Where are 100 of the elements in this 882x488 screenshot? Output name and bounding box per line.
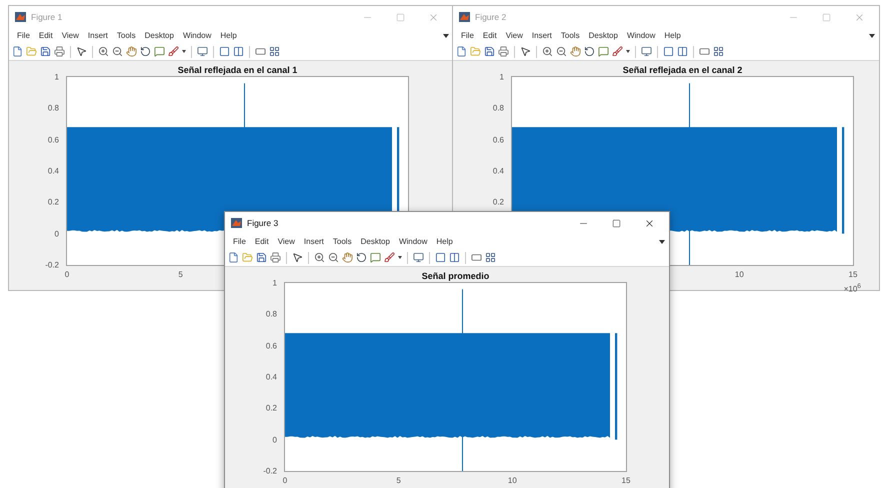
y-tick-label: 0.6 xyxy=(48,135,59,144)
menu-item[interactable]: Insert xyxy=(84,31,112,40)
hand-icon[interactable] xyxy=(126,46,137,57)
x-tick-label: 10 xyxy=(734,270,744,279)
caret-icon[interactable] xyxy=(398,256,402,259)
x-tick-label: 10 xyxy=(508,476,517,485)
new-file-icon[interactable] xyxy=(228,252,239,263)
x-tick-label: 0 xyxy=(64,270,70,279)
menu-item[interactable]: View xyxy=(58,31,83,40)
y-tick-label: 0 xyxy=(54,229,59,238)
menu-item[interactable]: Help xyxy=(432,237,457,246)
y-tick-label: 0.2 xyxy=(492,198,504,207)
y-tick-label: 1 xyxy=(272,278,277,288)
monitor-icon[interactable] xyxy=(197,46,208,57)
menu-item[interactable]: Edit xyxy=(250,237,273,246)
pointer-icon[interactable] xyxy=(520,46,531,57)
menu-item[interactable]: Edit xyxy=(34,31,57,40)
y-tick-label: 0.4 xyxy=(48,166,59,176)
plot-title: Señal reflejada en el canal 1 xyxy=(176,64,298,76)
axis-exponent: ×10$^{6}$ xyxy=(844,283,861,294)
menu-item[interactable]: View xyxy=(502,31,527,40)
brush-icon[interactable] xyxy=(168,46,179,57)
new-file-icon[interactable] xyxy=(456,46,467,57)
zoom-out-icon[interactable] xyxy=(112,46,123,57)
save-icon[interactable] xyxy=(256,252,267,263)
x-tick-label: 5 xyxy=(396,476,401,485)
zoom-in-icon[interactable] xyxy=(98,46,109,57)
new-file-icon[interactable] xyxy=(12,46,23,57)
menu-item[interactable]: Edit xyxy=(478,31,501,40)
brush-icon[interactable] xyxy=(612,46,623,57)
y-tick-label: 1 xyxy=(500,72,504,82)
close-icon[interactable] xyxy=(644,218,654,228)
menu-item[interactable]: Tools xyxy=(556,31,584,40)
zoom-in-icon[interactable] xyxy=(542,46,553,57)
dock-arrow-icon[interactable] xyxy=(869,34,875,38)
caret-icon[interactable] xyxy=(182,50,186,53)
menu-item[interactable]: Help xyxy=(216,31,241,40)
menu-item[interactable]: Tools xyxy=(328,237,356,246)
x-tick-label: 5 xyxy=(178,270,183,279)
menu-item[interactable]: File xyxy=(457,31,478,40)
menu-item[interactable]: Window xyxy=(394,237,432,246)
dock-arrow-icon[interactable] xyxy=(659,240,665,244)
y-tick-label: 1 xyxy=(54,72,59,82)
panel-icon[interactable] xyxy=(713,46,724,57)
y-tick-label: 0.4 xyxy=(266,372,277,382)
window-title: Figure 2 xyxy=(475,12,508,22)
window-title: Figure 1 xyxy=(31,12,64,22)
dock-arrow-icon[interactable] xyxy=(443,34,449,38)
panel-icon[interactable] xyxy=(269,46,280,57)
save-icon[interactable] xyxy=(484,46,495,57)
panel-icon[interactable] xyxy=(485,252,496,263)
y-tick-label: 0 xyxy=(272,435,277,444)
x-tick-label: 0 xyxy=(282,476,288,485)
y-tick-label: 0.6 xyxy=(266,341,277,350)
zoom-out-icon[interactable] xyxy=(556,46,567,57)
app-icon xyxy=(231,218,242,228)
y-tick-label: 0.8 xyxy=(266,310,277,319)
app-icon xyxy=(459,12,470,22)
print-icon[interactable] xyxy=(270,252,281,263)
rotate-icon[interactable] xyxy=(140,46,151,57)
y-tick-label: 0.2 xyxy=(266,404,277,413)
menu-item[interactable]: File xyxy=(229,237,250,246)
menu-item[interactable]: Desktop xyxy=(356,237,394,246)
menu-item[interactable]: Window xyxy=(622,31,660,40)
plot-title: Señal reflejada en el canal 2 xyxy=(622,64,744,76)
monitor-icon[interactable] xyxy=(641,46,652,57)
menu-item[interactable]: Window xyxy=(178,31,216,40)
y-tick-label: 0.6 xyxy=(492,135,504,144)
monitor-icon[interactable] xyxy=(413,252,424,263)
menu-item[interactable]: Tools xyxy=(112,31,140,40)
menu-item[interactable]: Desktop xyxy=(584,31,622,40)
menu-item[interactable]: File xyxy=(13,31,34,40)
print-icon[interactable] xyxy=(498,46,509,57)
rotate-icon[interactable] xyxy=(356,252,367,263)
zoom-out-icon[interactable] xyxy=(328,252,339,263)
hand-icon[interactable] xyxy=(342,252,353,263)
menu-item[interactable]: Help xyxy=(660,31,685,40)
y-tick-label: 0.4 xyxy=(492,166,504,176)
app-icon xyxy=(15,12,26,22)
hand-icon[interactable] xyxy=(570,46,581,57)
rotate-icon[interactable] xyxy=(584,46,595,57)
menu-item[interactable]: Desktop xyxy=(140,31,178,40)
menu-item[interactable]: View xyxy=(274,237,299,246)
x-tick-label: 15 xyxy=(848,270,858,279)
y-tick-label: 0.8 xyxy=(492,104,504,113)
y-tick-label: 0.2 xyxy=(48,198,59,207)
y-tick-label: 0.8 xyxy=(48,104,59,113)
y-tick-label: -0.2 xyxy=(263,466,277,476)
save-icon[interactable] xyxy=(40,46,51,57)
zoom-in-icon[interactable] xyxy=(314,252,325,263)
window-title: Figure 3 xyxy=(247,218,280,228)
print-icon[interactable] xyxy=(54,46,65,57)
menu-item[interactable]: Insert xyxy=(300,237,328,246)
brush-icon[interactable] xyxy=(384,252,395,263)
menu-item[interactable]: Insert xyxy=(528,31,556,40)
caret-icon[interactable] xyxy=(626,50,630,53)
y-tick-label: -0.2 xyxy=(45,260,59,270)
pointer-icon[interactable] xyxy=(292,252,303,263)
maximize-icon[interactable] xyxy=(612,218,620,228)
pointer-icon[interactable] xyxy=(76,46,87,57)
